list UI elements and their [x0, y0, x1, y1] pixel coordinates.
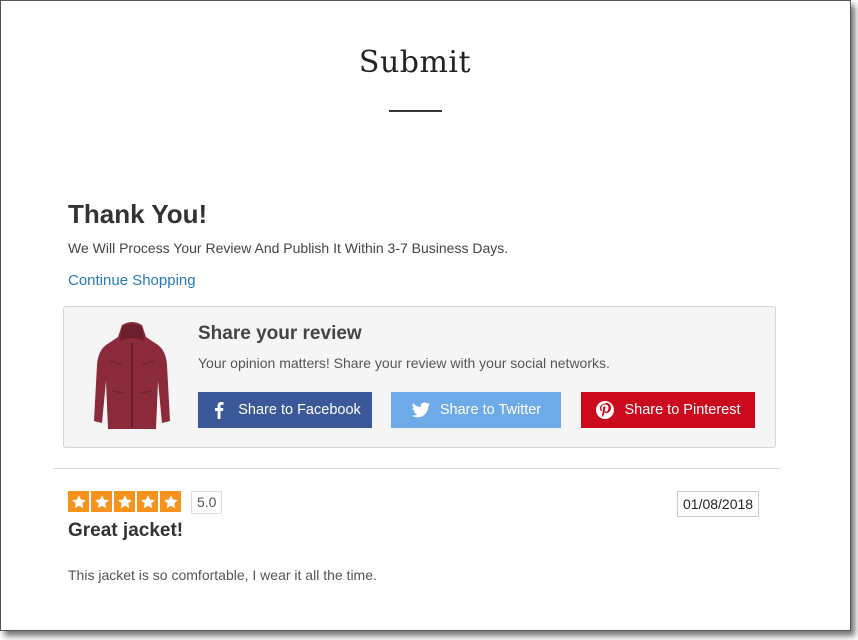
share-subtext: Your opinion matters! Share your review …	[198, 355, 610, 371]
pinterest-icon	[595, 400, 615, 420]
review-body: This jacket is so comfortable, I wear it…	[68, 567, 377, 583]
star-icon	[160, 491, 181, 512]
star-icon	[68, 491, 89, 512]
twitter-icon	[411, 400, 431, 420]
title-underline	[389, 110, 442, 112]
share-twitter-label: Share to Twitter	[439, 402, 542, 418]
star-icon	[137, 491, 158, 512]
star-rating	[68, 491, 181, 512]
share-facebook-button[interactable]: Share to Facebook	[198, 392, 372, 428]
continue-shopping-link[interactable]: Continue Shopping	[68, 272, 196, 289]
modal-window: Submit Thank You! We Will Process Your R…	[0, 0, 851, 631]
section-divider	[53, 468, 781, 469]
rating-value: 5.0	[191, 491, 223, 514]
facebook-icon	[209, 400, 229, 420]
thank-you-heading: Thank You!	[68, 199, 208, 229]
share-heading: Share your review	[198, 323, 362, 344]
review-date: 01/08/2018	[677, 491, 760, 517]
share-pinterest-label: Share to Pinterest	[624, 402, 741, 418]
modal-title: Submit	[358, 45, 472, 80]
share-pinterest-button[interactable]: Share to Pinterest	[581, 392, 755, 428]
star-icon	[91, 491, 112, 512]
star-icon	[114, 491, 135, 512]
share-review-panel: Share your review Your opinion matters! …	[63, 306, 776, 448]
thank-you-message: We Will Process Your Review And Publish …	[68, 240, 509, 256]
review-title: Great jacket!	[68, 520, 184, 541]
product-image-jacket	[94, 322, 170, 429]
share-facebook-label: Share to Facebook	[238, 402, 361, 418]
share-twitter-button[interactable]: Share to Twitter	[391, 392, 561, 428]
